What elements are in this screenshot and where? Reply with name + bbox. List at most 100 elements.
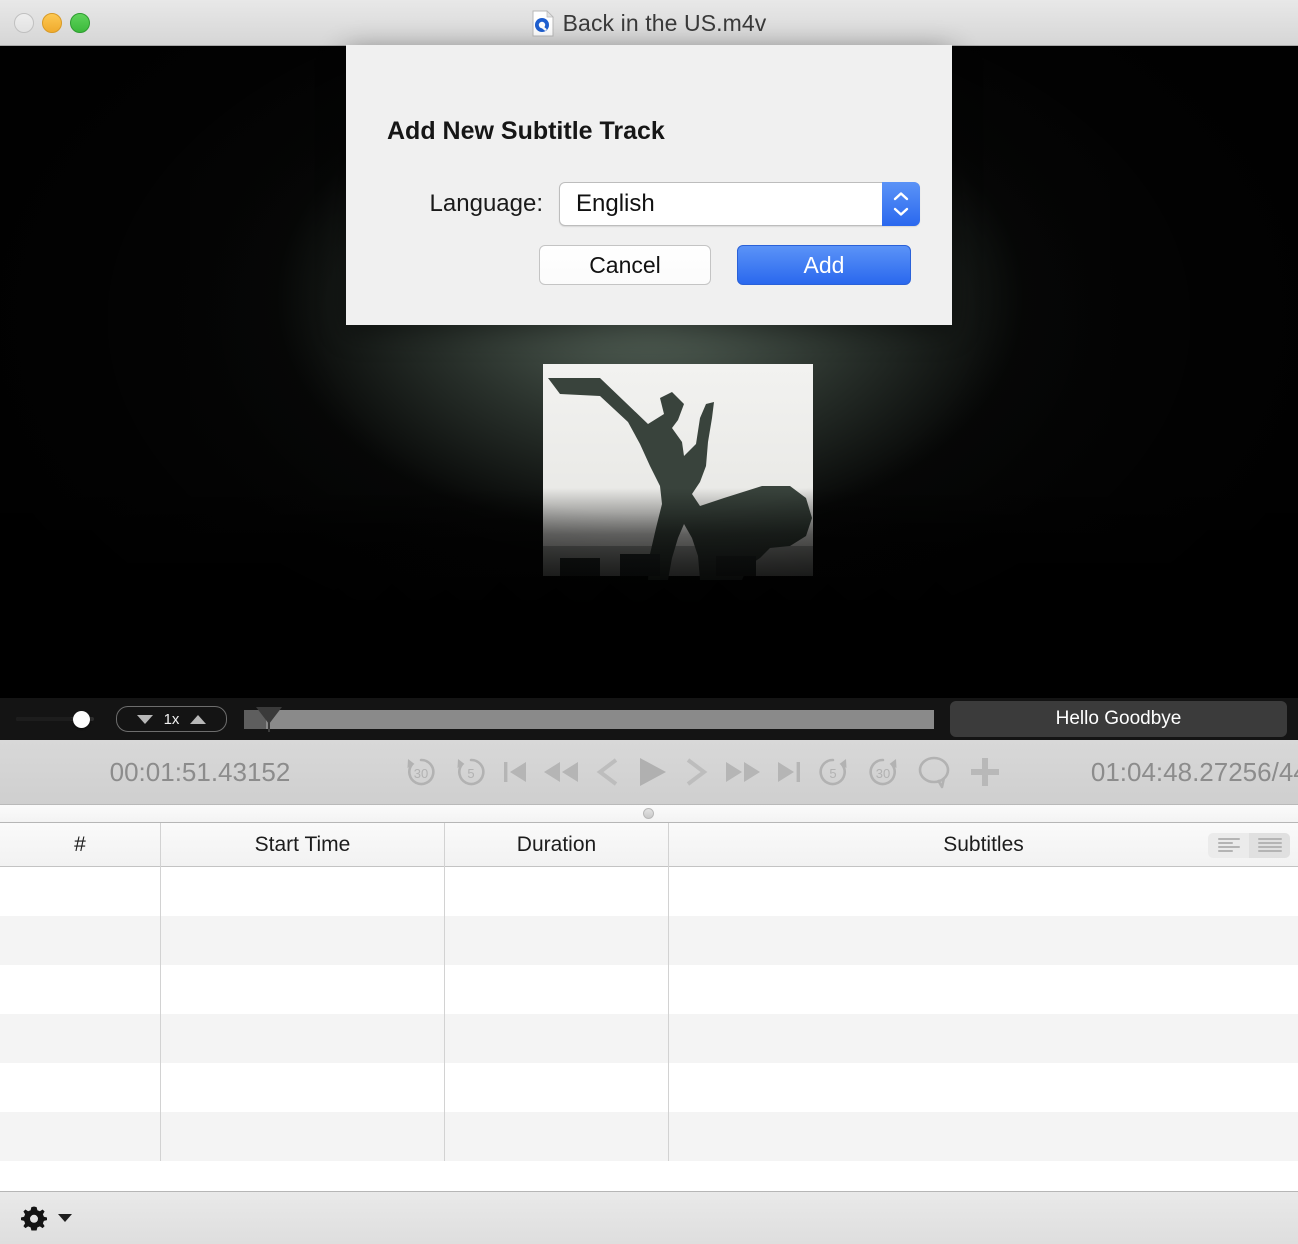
cell-start-time [160,1063,444,1112]
bottom-action-bar [0,1191,1298,1244]
fast-forward-button[interactable] [720,755,766,789]
column-header-number[interactable]: # [0,823,160,867]
triangle-down-icon[interactable] [136,714,153,724]
language-select[interactable]: English [559,182,920,226]
fast-rewind-button[interactable] [538,755,584,789]
play-button[interactable] [630,752,674,792]
add-subtitle-button[interactable] [964,751,1006,793]
language-row: Language: English [346,182,952,226]
player-window: Back in the US.m4v 1x Hello Goodbye 00:0… [0,0,1298,1244]
total-time-display: 01:04:48.27256/44100 [1090,756,1298,787]
cell-subtitles [668,1014,1298,1063]
svg-text:30: 30 [876,766,890,781]
playback-speed-control[interactable]: 1x [116,706,227,732]
table-row[interactable] [0,1063,1298,1112]
table-row[interactable] [0,1014,1298,1063]
timeline-scrubber[interactable] [244,706,934,732]
text-layout-toggle[interactable] [1208,832,1290,858]
align-left-icon[interactable] [1208,833,1249,858]
step-forward-button[interactable] [682,755,712,789]
splitter-handle[interactable] [643,808,654,819]
add-button[interactable]: Add [737,245,911,285]
cell-duration [444,1112,668,1161]
playhead-stem [268,706,270,732]
table-row[interactable] [0,1161,1298,1191]
svg-text:5: 5 [829,766,836,781]
gear-icon[interactable] [19,1203,49,1233]
cell-subtitles [668,1112,1298,1161]
scrub-strip: 1x Hello Goodbye [0,698,1298,740]
cell-number [0,965,160,1014]
subtitle-bubble-button[interactable] [912,751,956,793]
chevron-down-icon[interactable] [58,1214,72,1222]
cell-duration [444,965,668,1014]
step-backward-button[interactable] [592,755,622,789]
add-subtitle-track-dialog: Add New Subtitle Track Language: English… [346,45,952,325]
cell-start-time [160,867,444,916]
table-row[interactable] [0,916,1298,965]
skip-to-start-button[interactable] [500,755,530,789]
stepper-up-down-icon[interactable] [882,182,920,226]
cell-subtitles [668,965,1298,1014]
svg-text:30: 30 [414,766,428,781]
rewind-30-button[interactable]: 30 [400,751,442,793]
table-row[interactable] [0,1112,1298,1161]
subtitle-table-header: # Start Time Duration Subtitles [0,822,1298,867]
column-header-subtitles[interactable]: Subtitles [668,822,1298,867]
cell-duration [444,1161,668,1191]
svg-text:5: 5 [467,766,474,781]
pane-splitter[interactable] [0,805,1298,823]
cell-start-time [160,1112,444,1161]
cell-duration [444,1014,668,1063]
transport-controls: 30 5 5 30 [400,751,1006,793]
minimize-button[interactable] [42,13,62,33]
title-bar: Back in the US.m4v [0,0,1298,46]
cell-start-time [160,965,444,1014]
playback-speed-label: 1x [163,710,180,728]
cell-start-time [160,1014,444,1063]
volume-fill [16,717,72,721]
language-select-value: English [576,190,655,217]
action-menu[interactable] [19,1203,72,1233]
cell-duration [444,1063,668,1112]
cell-number [0,1014,160,1063]
window-title: Back in the US.m4v [562,9,767,36]
dialog-title: Add New Subtitle Track [387,117,665,145]
traffic-light-buttons [14,13,90,33]
cell-start-time [160,916,444,965]
rewind-5-button[interactable]: 5 [450,751,492,793]
dialog-buttons: Cancel Add [346,245,952,285]
quicktime-document-icon [532,9,554,37]
cell-number [0,867,160,916]
current-chapter-chip[interactable]: Hello Goodbye [950,701,1287,737]
table-row[interactable] [0,867,1298,916]
volume-knob[interactable] [73,711,90,728]
cell-number [0,1161,160,1191]
triangle-up-icon[interactable] [190,714,207,724]
cell-subtitles [668,916,1298,965]
align-justify-icon[interactable] [1249,832,1290,858]
cell-duration [444,916,668,965]
cell-subtitles [668,1063,1298,1112]
cell-number [0,916,160,965]
skip-to-end-button[interactable] [774,755,804,789]
cell-duration [444,867,668,916]
column-header-duration[interactable]: Duration [444,822,668,867]
current-time-display: 00:01:51.43152 [109,756,291,787]
zoom-button[interactable] [70,13,90,33]
cell-number [0,1063,160,1112]
subtitle-table-body[interactable] [0,867,1298,1191]
forward-5-button[interactable]: 5 [812,751,854,793]
forward-30-button[interactable]: 30 [862,751,904,793]
transport-bar: 00:01:51.43152 30 5 5 30 01:04:48.27256/… [0,740,1298,805]
cell-subtitles [668,1161,1298,1191]
cancel-button[interactable]: Cancel [539,245,711,285]
language-label: Language: [429,190,543,217]
volume-slider[interactable] [16,709,94,729]
cell-subtitles [668,867,1298,916]
column-header-start-time[interactable]: Start Time [160,822,444,867]
cell-start-time [160,1161,444,1191]
close-button[interactable] [14,13,34,33]
table-row[interactable] [0,965,1298,1014]
cell-number [0,1112,160,1161]
